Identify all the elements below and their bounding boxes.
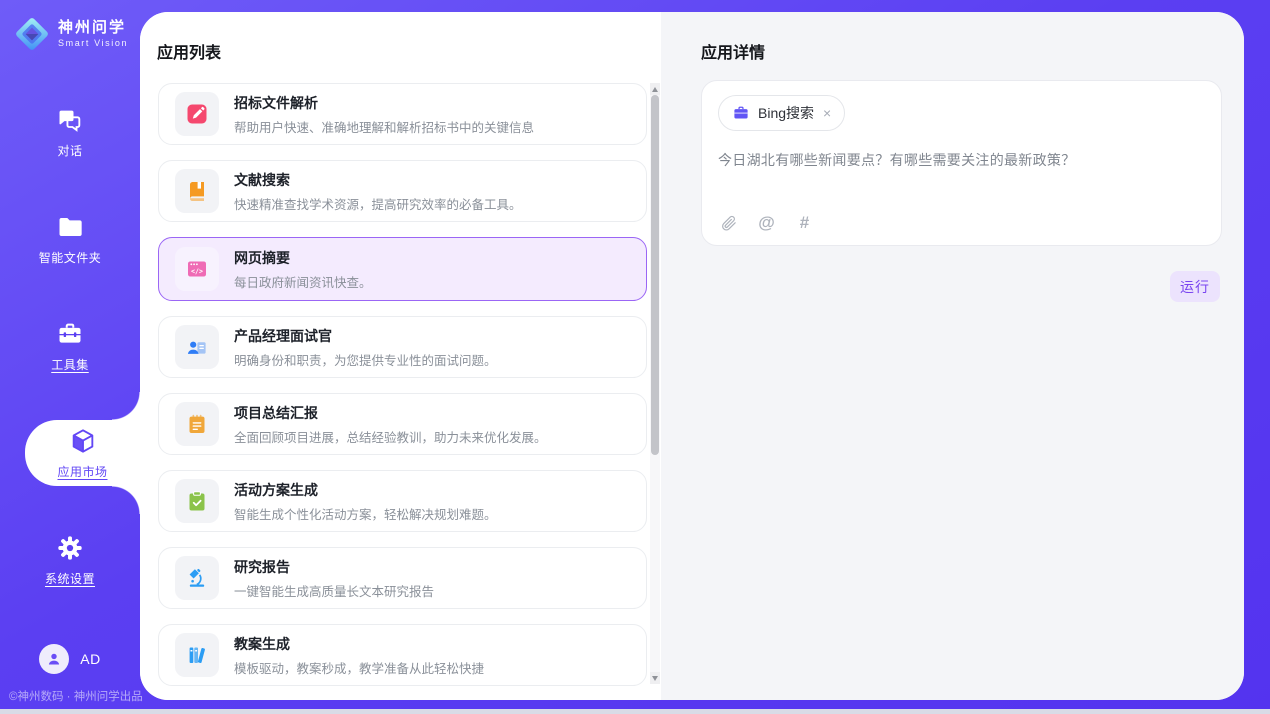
clipboard-check-icon (175, 479, 219, 523)
app-card-desc: 模板驱动，教案秒成，教学准备从此轻松快捷 (234, 658, 484, 677)
app-card[interactable]: 研究报告 一键智能生成高质量长文本研究报告 (158, 547, 647, 609)
user-initials: AD (80, 651, 100, 667)
tag-close-icon[interactable]: × (823, 106, 831, 120)
gear-icon (56, 534, 84, 562)
brand: 神州问学 Smart Vision (0, 0, 140, 53)
sidebar: 神州问学 Smart Vision 对话 智能文件夹 工具集 应用市场 系统设置 (0, 0, 140, 714)
app-card-title: 教案生成 (234, 634, 484, 654)
hash-icon[interactable]: # (795, 213, 814, 232)
run-button[interactable]: 运行 (1170, 271, 1220, 302)
app-card-title: 活动方案生成 (234, 480, 497, 500)
app-card-title: 项目总结汇报 (234, 403, 547, 423)
scroll-up-icon[interactable] (650, 83, 660, 95)
user-row[interactable]: AD (0, 644, 140, 674)
app-detail-panel: 应用详情 Bing搜索 × 今日湖北有哪些新闻要点？有哪些需要关注的最新政策？ … (661, 12, 1244, 700)
copyright-footer: ©神州数码 · 神州问学出品 (9, 688, 143, 704)
app-card-desc: 每日政府新闻资讯快查。 (234, 272, 372, 291)
chat-icon (56, 106, 84, 134)
book-icon (175, 169, 219, 213)
tool-tag-label: Bing搜索 (758, 103, 814, 123)
app-card-title: 招标文件解析 (234, 93, 534, 113)
microscope-icon (175, 556, 219, 600)
app-card-title: 研究报告 (234, 557, 434, 577)
toolbox-icon (56, 320, 84, 348)
notepad-icon (175, 402, 219, 446)
sidebar-item-folder[interactable]: 智能文件夹 (0, 206, 140, 272)
avatar[interactable] (39, 644, 69, 674)
app-card-title: 网页摘要 (234, 248, 372, 268)
svg-text:</>: </> (191, 268, 203, 276)
bottom-edge-strip (0, 709, 1270, 714)
app-card-list: 招标文件解析 帮助用户快速、准确地理解和解析招标书中的关键信息 文献搜索 快速精… (158, 83, 647, 700)
folder-icon (56, 213, 84, 241)
app-list-panel: 应用列表 招标文件解析 帮助用户快速、准确地理解和解析招标书中的关键信息 文献搜… (140, 12, 661, 700)
prompt-card[interactable]: Bing搜索 × 今日湖北有哪些新闻要点？有哪些需要关注的最新政策？ @# (701, 80, 1222, 246)
pen-square-icon (175, 92, 219, 136)
sidebar-item-cube[interactable]: 应用市场 (25, 420, 140, 486)
interviewer-icon (175, 325, 219, 369)
app-detail-title: 应用详情 (701, 39, 765, 63)
sidebar-item-gear[interactable]: 系统设置 (0, 527, 140, 593)
at-icon[interactable]: @ (757, 213, 776, 232)
app-card[interactable]: </> 网页摘要 每日政府新闻资讯快查。 (158, 237, 647, 301)
app-card[interactable]: 活动方案生成 智能生成个性化活动方案，轻松解决规划难题。 (158, 470, 647, 532)
app-card-title: 产品经理面试官 (234, 326, 497, 346)
user-icon (45, 650, 63, 668)
composer-icons: @# (719, 213, 814, 232)
app-card-title: 文献搜索 (234, 170, 522, 190)
sidebar-item-chat[interactable]: 对话 (0, 99, 140, 165)
query-text[interactable]: 今日湖北有哪些新闻要点？有哪些需要关注的最新政策？ (718, 150, 1205, 170)
app-card-desc: 全面回顾项目进展，总结经验教训，助力未来优化发展。 (234, 427, 547, 446)
sidebar-item-toolbox[interactable]: 工具集 (0, 313, 140, 379)
browser-code-icon: </> (175, 247, 219, 291)
brand-tagline: Smart Vision (58, 38, 128, 48)
app-card[interactable]: 产品经理面试官 明确身份和职责，为您提供专业性的面试问题。 (158, 316, 647, 378)
briefcase-icon (732, 104, 750, 122)
app-card-desc: 快速精准查找学术资源，提高研究效率的必备工具。 (234, 194, 522, 213)
sidebar-nav: 对话 智能文件夹 工具集 应用市场 系统设置 (0, 99, 140, 634)
app-card[interactable]: 文献搜索 快速精准查找学术资源，提高研究效率的必备工具。 (158, 160, 647, 222)
books-icon (175, 633, 219, 677)
app-card-desc: 帮助用户快速、准确地理解和解析招标书中的关键信息 (234, 117, 534, 136)
list-scrollbar[interactable] (650, 83, 660, 684)
app-card-desc: 一键智能生成高质量长文本研究报告 (234, 581, 434, 600)
paperclip-icon[interactable] (719, 213, 738, 232)
brand-name: 神州问学 (58, 20, 128, 37)
cube-icon (69, 427, 97, 455)
app-list-title: 应用列表 (157, 39, 221, 63)
app-card[interactable]: 教案生成 模板驱动，教案秒成，教学准备从此轻松快捷 (158, 624, 647, 686)
scroll-down-icon[interactable] (650, 672, 660, 684)
main-container: 应用列表 招标文件解析 帮助用户快速、准确地理解和解析招标书中的关键信息 文献搜… (140, 12, 1244, 700)
app-card[interactable]: 项目总结汇报 全面回顾项目进展，总结经验教训，助力未来优化发展。 (158, 393, 647, 455)
app-card[interactable]: 招标文件解析 帮助用户快速、准确地理解和解析招标书中的关键信息 (158, 83, 647, 145)
tool-tag-bing[interactable]: Bing搜索 × (718, 95, 845, 131)
brand-diamond-icon (13, 15, 51, 53)
app-card-desc: 智能生成个性化活动方案，轻松解决规划难题。 (234, 504, 497, 523)
scrollbar-thumb[interactable] (651, 95, 659, 455)
app-card-desc: 明确身份和职责，为您提供专业性的面试问题。 (234, 350, 497, 369)
app-window: 神州问学 Smart Vision 对话 智能文件夹 工具集 应用市场 系统设置 (0, 0, 1270, 714)
